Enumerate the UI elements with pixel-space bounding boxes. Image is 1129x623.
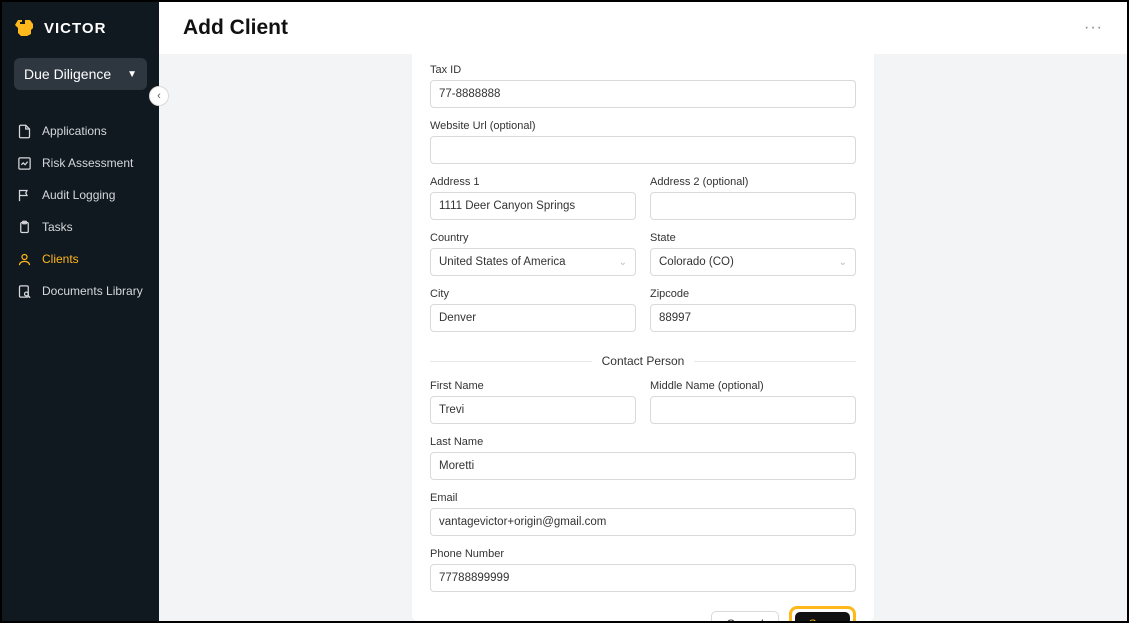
- last-name-input[interactable]: [430, 452, 856, 480]
- middle-name-input[interactable]: [650, 396, 856, 424]
- content: Tax ID Website Url (optional) Address 1 …: [159, 54, 1127, 621]
- sidebar-item-label: Documents Library: [42, 284, 143, 298]
- sidebar-nav: Applications Risk Assessment Audit Loggi…: [14, 118, 147, 304]
- phone-label: Phone Number: [430, 548, 856, 560]
- divider-line: [694, 361, 856, 362]
- sidebar-item-label: Tasks: [42, 220, 73, 234]
- website-label: Website Url (optional): [430, 120, 856, 132]
- sidebar-item-label: Risk Assessment: [42, 156, 133, 170]
- add-client-form: Tax ID Website Url (optional) Address 1 …: [412, 54, 874, 621]
- main: Add Client ··· Tax ID Website Url (optio…: [159, 2, 1127, 621]
- chevron-left-icon: ‹: [157, 90, 161, 102]
- sidebar-item-label: Clients: [42, 252, 79, 266]
- brand-logo: VICTOR: [14, 16, 147, 40]
- doc-search-icon: [16, 283, 32, 299]
- city-label: City: [430, 288, 636, 300]
- chart-icon: [16, 155, 32, 171]
- address1-label: Address 1: [430, 176, 636, 188]
- sidebar-item-label: Audit Logging: [42, 188, 115, 202]
- user-icon: [16, 251, 32, 267]
- address1-input[interactable]: [430, 192, 636, 220]
- cancel-button[interactable]: Cancel: [711, 611, 778, 621]
- tax-id-input[interactable]: [430, 80, 856, 108]
- collapse-sidebar-button[interactable]: ‹: [149, 86, 169, 106]
- first-name-label: First Name: [430, 380, 636, 392]
- sidebar-item-audit-logging[interactable]: Audit Logging: [14, 182, 147, 208]
- country-value: United States of America: [439, 256, 566, 268]
- brand-name: VICTOR: [44, 20, 106, 37]
- sidebar-item-documents-library[interactable]: Documents Library: [14, 278, 147, 304]
- divider-line: [430, 361, 592, 362]
- website-input[interactable]: [430, 136, 856, 164]
- clipboard-icon: [16, 219, 32, 235]
- more-menu-button[interactable]: ···: [1084, 19, 1103, 37]
- email-label: Email: [430, 492, 856, 504]
- state-label: State: [650, 232, 856, 244]
- flag-icon: [16, 187, 32, 203]
- sidebar-item-risk-assessment[interactable]: Risk Assessment: [14, 150, 147, 176]
- contact-person-title: Contact Person: [602, 354, 685, 368]
- page-header: Add Client ···: [159, 2, 1127, 54]
- contact-person-divider: Contact Person: [430, 354, 856, 368]
- sidebar-item-label: Applications: [42, 124, 107, 138]
- form-actions: Cancel Save: [430, 606, 856, 621]
- chevron-down-icon: ⌄: [619, 257, 627, 268]
- caret-down-icon: ▼: [127, 69, 137, 80]
- last-name-label: Last Name: [430, 436, 856, 448]
- state-value: Colorado (CO): [659, 256, 734, 268]
- chevron-down-icon: ⌄: [839, 257, 847, 268]
- sidebar-item-tasks[interactable]: Tasks: [14, 214, 147, 240]
- first-name-input[interactable]: [430, 396, 636, 424]
- phone-input[interactable]: [430, 564, 856, 592]
- state-select[interactable]: Colorado (CO) ⌄: [650, 248, 856, 276]
- project-switcher-label: Due Diligence: [24, 66, 111, 82]
- zipcode-label: Zipcode: [650, 288, 856, 300]
- zipcode-input[interactable]: [650, 304, 856, 332]
- page-title: Add Client: [183, 16, 288, 40]
- save-highlight: Save: [789, 606, 856, 621]
- save-button[interactable]: Save: [795, 612, 850, 621]
- address2-input[interactable]: [650, 192, 856, 220]
- tax-id-label: Tax ID: [430, 64, 856, 76]
- project-switcher[interactable]: Due Diligence ▼: [14, 58, 147, 90]
- email-input[interactable]: [430, 508, 856, 536]
- file-icon: [16, 123, 32, 139]
- city-input[interactable]: [430, 304, 636, 332]
- lion-logo-icon: [14, 16, 38, 40]
- middle-name-label: Middle Name (optional): [650, 380, 856, 392]
- address2-label: Address 2 (optional): [650, 176, 856, 188]
- sidebar-item-applications[interactable]: Applications: [14, 118, 147, 144]
- sidebar-item-clients[interactable]: Clients: [14, 246, 147, 272]
- sidebar: VICTOR Due Diligence ▼ ‹ Applications Ri…: [2, 2, 159, 621]
- country-label: Country: [430, 232, 636, 244]
- country-select[interactable]: United States of America ⌄: [430, 248, 636, 276]
